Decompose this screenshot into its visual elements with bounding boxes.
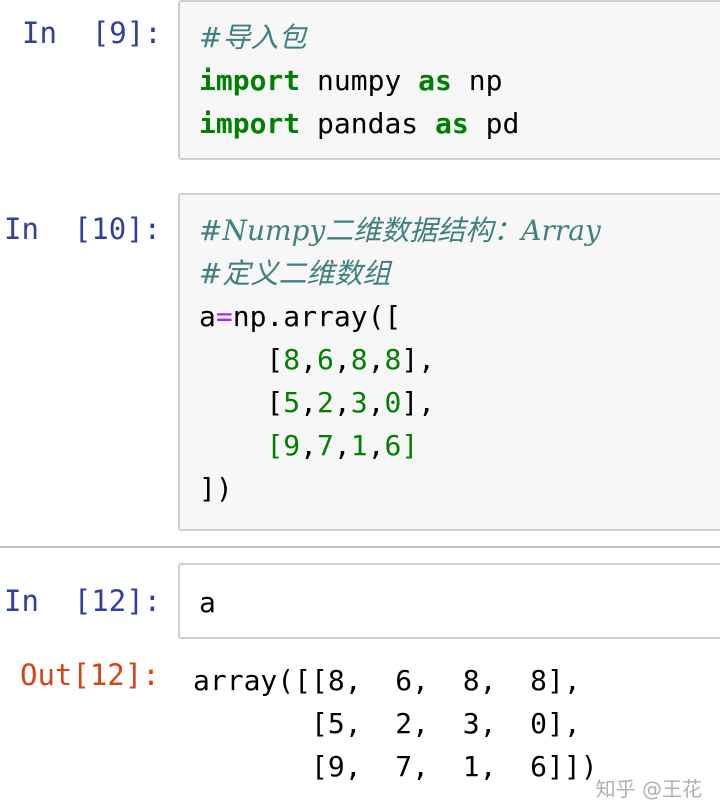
code-editor-9[interactable]: #导入包 import numpy as np import pandas as… — [199, 16, 519, 145]
out-prompt-12: Out[12]: — [20, 658, 160, 692]
number: 8 — [384, 343, 402, 376]
code-text: pd — [468, 107, 520, 140]
code-text: ]) — [199, 472, 233, 505]
number: 1 — [350, 429, 368, 462]
output-area-12: array([[8, 6, 8, 8], [5, 2, 3, 0], [9, 7… — [193, 659, 598, 788]
in-prompt-9: In [9]: — [22, 16, 162, 50]
code-text: a — [199, 300, 216, 333]
number: 0 — [384, 386, 402, 419]
code-text: np — [451, 64, 503, 97]
number: 2 — [317, 386, 334, 419]
number: 8 — [350, 343, 368, 376]
number: 6 — [317, 343, 334, 376]
code-cell-10[interactable]: #Numpy二维数据结构：Array #定义二维数组 a=np.array([ … — [178, 193, 720, 531]
cell-divider — [0, 546, 720, 548]
code-cell-12[interactable]: a — [178, 563, 720, 639]
code-text: ], — [401, 386, 436, 419]
watermark-text: 知乎 @王花 — [595, 777, 702, 801]
number: 5 — [283, 386, 301, 419]
output-line: array([[8, 6, 8, 8], — [193, 664, 581, 697]
code-editor-10[interactable]: #Numpy二维数据结构：Array #定义二维数组 a=np.array([ … — [199, 209, 601, 510]
code-text: ] — [401, 429, 419, 462]
number: 8 — [283, 343, 301, 376]
number: 9 — [283, 429, 301, 462]
number: 3 — [350, 386, 368, 419]
keyword-import: import — [199, 64, 301, 97]
code-text: numpy — [300, 64, 419, 97]
code-text: a — [199, 586, 216, 619]
operator-assign: = — [215, 300, 233, 333]
code-cell-9[interactable]: #导入包 import numpy as np import pandas as… — [178, 0, 720, 160]
in-prompt-10: In [10]: — [4, 212, 162, 246]
number: 6 — [384, 429, 402, 462]
number: 7 — [317, 429, 334, 462]
comment-line: #导入包 — [199, 21, 307, 54]
output-line: [5, 2, 3, 0], — [193, 707, 581, 740]
keyword-import: import — [199, 107, 301, 140]
keyword-as: as — [418, 64, 452, 97]
keyword-as: as — [435, 107, 469, 140]
output-line: [9, 7, 1, 6]]) — [193, 750, 598, 783]
comment-line: #Numpy二维数据结构：Array — [199, 214, 601, 247]
code-editor-12[interactable]: a — [199, 581, 216, 624]
code-text: np.array([ — [232, 300, 402, 333]
comment-line: #定义二维数组 — [199, 257, 391, 290]
code-text: pandas — [300, 107, 436, 140]
code-text: ], — [401, 343, 436, 376]
in-prompt-12: In [12]: — [4, 584, 162, 618]
